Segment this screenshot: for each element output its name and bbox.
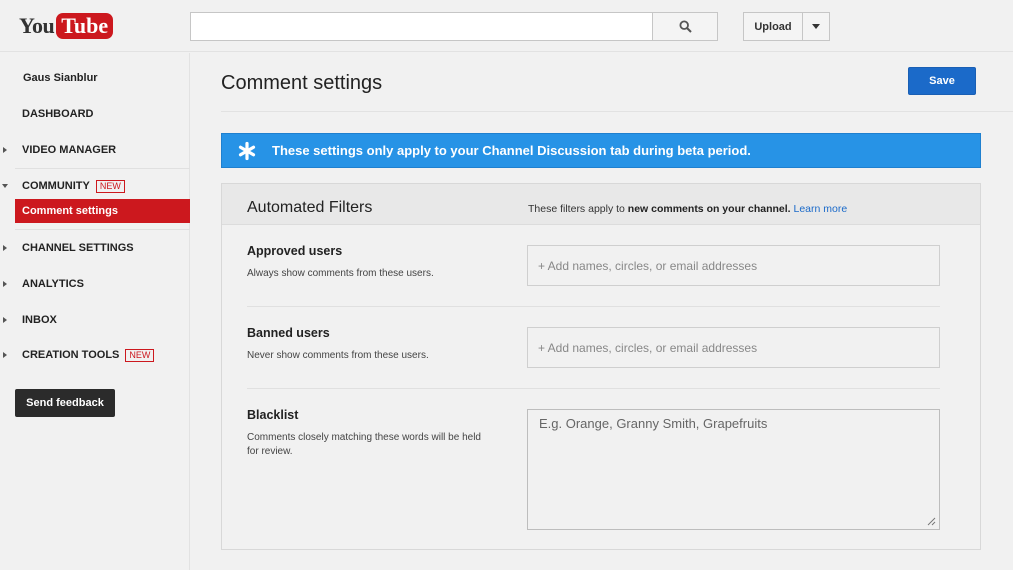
sidebar: Gaus Sianblur DASHBOARD VIDEO MANAGER CO… <box>0 53 190 570</box>
approved-users-title: Approved users <box>247 244 343 258</box>
divider <box>15 229 190 230</box>
divider <box>247 306 940 307</box>
new-badge: NEW <box>95 179 125 193</box>
search-button[interactable] <box>652 12 718 41</box>
panel-header: Automated Filters These filters apply to… <box>222 184 980 225</box>
blacklist-title: Blacklist <box>247 408 299 422</box>
sidebar-item-label: CHANNEL SETTINGS <box>22 242 134 254</box>
sidebar-item-inbox[interactable]: INBOX <box>0 310 190 330</box>
logo-you-text: You <box>19 13 55 38</box>
panel-note: These filters apply to new comments on y… <box>528 203 847 215</box>
expand-arrow-icon <box>3 245 7 251</box>
save-button[interactable]: Save <box>908 67 976 95</box>
divider <box>247 388 940 389</box>
sidebar-item-dashboard[interactable]: DASHBOARD <box>0 104 190 124</box>
search-icon <box>678 20 692 33</box>
main-content: Comment settings Save These settings onl… <box>191 53 1013 570</box>
sidebar-item-label: ANALYTICS <box>22 278 84 290</box>
panel-title: Automated Filters <box>247 199 373 216</box>
youtube-logo[interactable]: You Tube <box>19 12 114 40</box>
channel-name[interactable]: Gaus Sianblur <box>23 72 98 84</box>
sidebar-item-label: COMMUNITY <box>22 180 90 192</box>
note-bold: new comments on your channel. <box>627 203 791 215</box>
banned-users-title: Banned users <box>247 326 330 340</box>
page-title: Comment settings <box>221 72 383 94</box>
expand-arrow-icon <box>3 281 7 287</box>
logo-tube-text: Tube <box>56 13 114 39</box>
note-prefix: These filters apply to <box>528 203 628 215</box>
sidebar-item-analytics[interactable]: ANALYTICS <box>0 274 190 294</box>
blacklist-placeholder: E.g. Orange, Granny Smith, Grapefruits <box>539 416 768 431</box>
sidebar-item-community[interactable]: COMMUNITY NEW <box>0 176 190 196</box>
chevron-down-icon <box>812 24 820 29</box>
sidebar-item-comment-settings[interactable]: Comment settings <box>15 199 190 223</box>
sidebar-item-video-manager[interactable]: VIDEO MANAGER <box>0 140 190 160</box>
banned-users-input[interactable]: + Add names, circles, or email addresses <box>527 327 940 368</box>
collapse-arrow-icon <box>2 184 8 188</box>
sidebar-item-creation-tools[interactable]: CREATION TOOLS NEW <box>0 345 190 365</box>
expand-arrow-icon <box>3 147 7 153</box>
upload-dropdown-button[interactable] <box>802 12 830 41</box>
sidebar-item-label: CREATION TOOLS <box>22 349 120 361</box>
info-banner: These settings only apply to your Channe… <box>221 133 981 168</box>
search-input[interactable] <box>190 12 653 41</box>
approved-users-desc: Always show comments from these users. <box>247 268 434 279</box>
top-bar: You Tube Upload <box>0 0 1013 52</box>
banner-text: These settings only apply to your Channe… <box>272 143 751 158</box>
asterisk-icon <box>222 141 272 161</box>
divider <box>15 168 190 169</box>
blacklist-textarea[interactable]: E.g. Orange, Granny Smith, Grapefruits <box>527 409 940 530</box>
send-feedback-button[interactable]: Send feedback <box>15 389 115 417</box>
blacklist-desc: Comments closely matching these words wi… <box>247 432 481 457</box>
banned-users-desc: Never show comments from these users. <box>247 350 429 361</box>
resize-handle-icon[interactable] <box>926 516 936 526</box>
expand-arrow-icon <box>3 352 7 358</box>
new-badge: NEW <box>125 348 155 362</box>
sidebar-item-label: INBOX <box>22 314 57 326</box>
sidebar-item-label: DASHBOARD <box>22 108 94 120</box>
expand-arrow-icon <box>3 317 7 323</box>
upload-button[interactable]: Upload <box>743 12 803 41</box>
divider <box>221 111 1013 112</box>
automated-filters-panel: Automated Filters These filters apply to… <box>221 183 981 550</box>
learn-more-link[interactable]: Learn more <box>794 203 848 215</box>
sidebar-item-channel-settings[interactable]: CHANNEL SETTINGS <box>0 238 190 258</box>
approved-users-input[interactable]: + Add names, circles, or email addresses <box>527 245 940 286</box>
sidebar-item-label: VIDEO MANAGER <box>22 144 117 156</box>
